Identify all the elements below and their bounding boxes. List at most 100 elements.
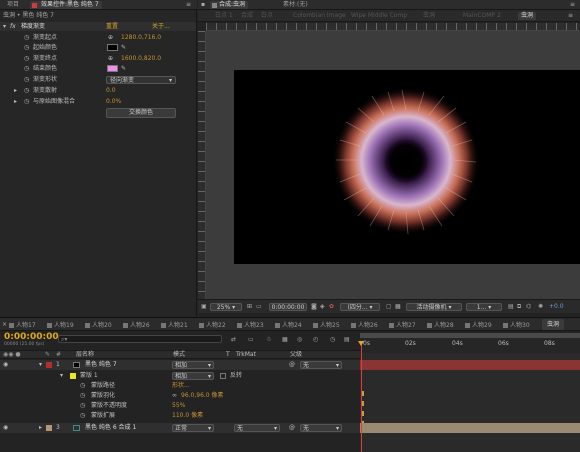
- tab-project[interactable]: 项目: [4, 1, 22, 9]
- camera-dropdown[interactable]: 活动摄像机 ▾: [406, 303, 462, 311]
- breadcrumb-item[interactable]: 白点: [258, 12, 276, 20]
- timeline-icon[interactable]: ⧉: [517, 303, 521, 311]
- label-column-icon[interactable]: ✎: [45, 351, 50, 359]
- breadcrumb-active[interactable]: 虫洞: [518, 12, 537, 20]
- layer-label-color[interactable]: [46, 362, 52, 368]
- stopwatch-icon[interactable]: ◷: [24, 75, 29, 84]
- track-area[interactable]: [360, 353, 580, 452]
- views-dropdown[interactable]: 1... ▾: [466, 303, 502, 311]
- stopwatch-icon[interactable]: ◷: [24, 54, 29, 63]
- trkmat-dropdown[interactable]: 无 ▾: [234, 424, 280, 432]
- mask-prop-value[interactable]: 55%: [172, 401, 185, 411]
- pickwhip-icon[interactable]: @: [289, 423, 295, 433]
- flowchart-icon[interactable]: ⌬: [526, 303, 531, 311]
- stopwatch-icon[interactable]: ◷: [24, 33, 29, 42]
- tab-comp[interactable]: 人物24: [274, 321, 302, 330]
- mask-prop-value[interactable]: 96.0,96.0 像素: [181, 391, 224, 401]
- frame-blend-icon[interactable]: ▦: [282, 336, 288, 344]
- breadcrumb-item[interactable]: Colombian Image: [290, 12, 349, 20]
- layers-icon[interactable]: ▤: [344, 336, 350, 344]
- tab-comp[interactable]: 人物30: [502, 321, 530, 330]
- layer-name-header[interactable]: 层名称: [76, 351, 94, 359]
- timecode-field[interactable]: 0:00:00:00: [269, 303, 307, 311]
- close-icon[interactable]: ×: [2, 321, 7, 329]
- mask-prop-value[interactable]: 形状...: [172, 381, 190, 391]
- layer-row[interactable]: ◉ ▾ 1 黑色 纯色 7 相加 ▾ @ 无 ▾: [0, 360, 360, 370]
- mask-row[interactable]: ▾ 蒙版 1 相加 ▾ 反转: [0, 371, 360, 381]
- lock-icon[interactable]: ▪: [201, 1, 205, 9]
- stopwatch-icon[interactable]: ◷: [24, 97, 29, 106]
- tab-comp-active[interactable]: 虫洞: [542, 319, 565, 330]
- start-color-swatch[interactable]: [107, 44, 118, 51]
- av-switches-icon[interactable]: ◉◉ ●: [3, 351, 21, 359]
- link-icon[interactable]: ∞: [172, 391, 177, 401]
- fx-icon[interactable]: fx: [10, 22, 16, 31]
- tab-comp[interactable]: 人物26: [350, 321, 378, 330]
- tab-comp[interactable]: 人物17: [8, 321, 36, 330]
- layer-name[interactable]: 黑色 纯色 6 合成 1: [85, 423, 136, 433]
- reset-link[interactable]: 重置: [106, 22, 118, 31]
- panel-menu-icon[interactable]: ≡: [570, 1, 575, 9]
- eye-icon[interactable]: ◉: [3, 423, 8, 433]
- breadcrumb-item[interactable]: 虫洞: [420, 12, 438, 20]
- stopwatch-icon[interactable]: ◷: [24, 86, 29, 95]
- comp-mini-flowchart-icon[interactable]: ⇄: [231, 336, 236, 344]
- motion-blur-icon[interactable]: ◎: [297, 336, 302, 344]
- breadcrumb-item[interactable]: 白点 1: [212, 12, 236, 20]
- parent-dropdown[interactable]: 无 ▾: [300, 424, 342, 432]
- exposure-icon[interactable]: ✺: [538, 303, 543, 311]
- expand-arrow-icon[interactable]: ▸: [14, 97, 17, 106]
- breadcrumb-item[interactable]: Wipe Middle Comp: [348, 12, 410, 20]
- layer-row[interactable]: ◉ ▸ 3 黑色 纯色 6 合成 1 正常 ▾ 无 ▾ @ 无 ▾: [0, 423, 360, 433]
- parent-dropdown[interactable]: 无 ▾: [300, 361, 342, 369]
- prop-value[interactable]: 0.0%: [106, 97, 121, 106]
- breadcrumb-item[interactable]: MainCOMP 2: [460, 12, 504, 20]
- layer-name[interactable]: 黑色 纯色 7: [85, 360, 117, 370]
- tab-comp[interactable]: 人物27: [388, 321, 416, 330]
- crosshair-icon[interactable]: ⊕: [108, 33, 113, 42]
- swap-colors-button[interactable]: 交换颜色: [106, 108, 176, 118]
- panel-menu-icon[interactable]: ≡: [186, 1, 191, 9]
- shy-icon[interactable]: ☃: [266, 336, 271, 344]
- draft-3d-icon[interactable]: ▭: [248, 336, 254, 344]
- layer-bar[interactable]: [360, 423, 580, 433]
- show-snapshot-icon[interactable]: ◈: [320, 303, 325, 311]
- tab-comp[interactable]: 人物19: [46, 321, 74, 330]
- mode-dropdown[interactable]: 相加 ▾: [172, 361, 214, 369]
- mask-name[interactable]: 蒙版 1: [80, 371, 98, 381]
- eyedropper-icon[interactable]: ✎: [121, 43, 126, 52]
- tab-comp[interactable]: 人物23: [236, 321, 264, 330]
- expand-arrow-icon[interactable]: ▾: [39, 360, 42, 370]
- parent-header[interactable]: 父级: [290, 351, 302, 359]
- tab-comp[interactable]: 人物25: [312, 321, 340, 330]
- tab-footage[interactable]: 素材:(无): [280, 1, 311, 9]
- stopwatch-icon[interactable]: ◷: [80, 381, 85, 391]
- expand-arrow-icon[interactable]: ▾: [60, 371, 63, 381]
- work-area-bar[interactable]: [360, 333, 580, 338]
- prop-value[interactable]: 1600.0,820.0: [121, 54, 161, 63]
- resolution-dropdown[interactable]: (四分... ▾: [340, 303, 380, 311]
- mode-dropdown[interactable]: 正常 ▾: [172, 424, 214, 432]
- gradient-shape-dropdown[interactable]: 径向渐变 ▾: [106, 76, 176, 84]
- tab-comp[interactable]: 人物29: [464, 321, 492, 330]
- mode-header[interactable]: 模式: [173, 351, 185, 359]
- mask-color-swatch[interactable]: [70, 373, 76, 379]
- expand-arrow-icon[interactable]: ▸: [14, 86, 17, 95]
- tab-comp[interactable]: 人物26: [122, 321, 150, 330]
- stopwatch-icon[interactable]: ◷: [24, 64, 29, 73]
- mask-mode-dropdown[interactable]: 相加 ▾: [172, 372, 214, 380]
- snapshot-icon[interactable]: ◙: [311, 303, 317, 311]
- pickwhip-icon[interactable]: @: [289, 360, 295, 370]
- t-header[interactable]: T: [226, 351, 230, 359]
- stopwatch-icon[interactable]: ◷: [80, 411, 85, 421]
- about-link[interactable]: 关于...: [152, 22, 170, 31]
- always-preview-icon[interactable]: ▣: [201, 303, 207, 311]
- mask-prop-value[interactable]: 110.0 像素: [172, 411, 203, 421]
- stopwatch-icon[interactable]: ◷: [80, 401, 85, 411]
- grid-icon[interactable]: ▭: [256, 303, 262, 311]
- prop-value[interactable]: 0.0: [106, 86, 116, 95]
- breadcrumb-item[interactable]: 合成: [238, 12, 256, 20]
- channel-icon[interactable]: ✿: [329, 303, 334, 311]
- playhead-marker-icon[interactable]: [358, 341, 364, 346]
- expand-arrow-icon[interactable]: ▸: [39, 423, 42, 433]
